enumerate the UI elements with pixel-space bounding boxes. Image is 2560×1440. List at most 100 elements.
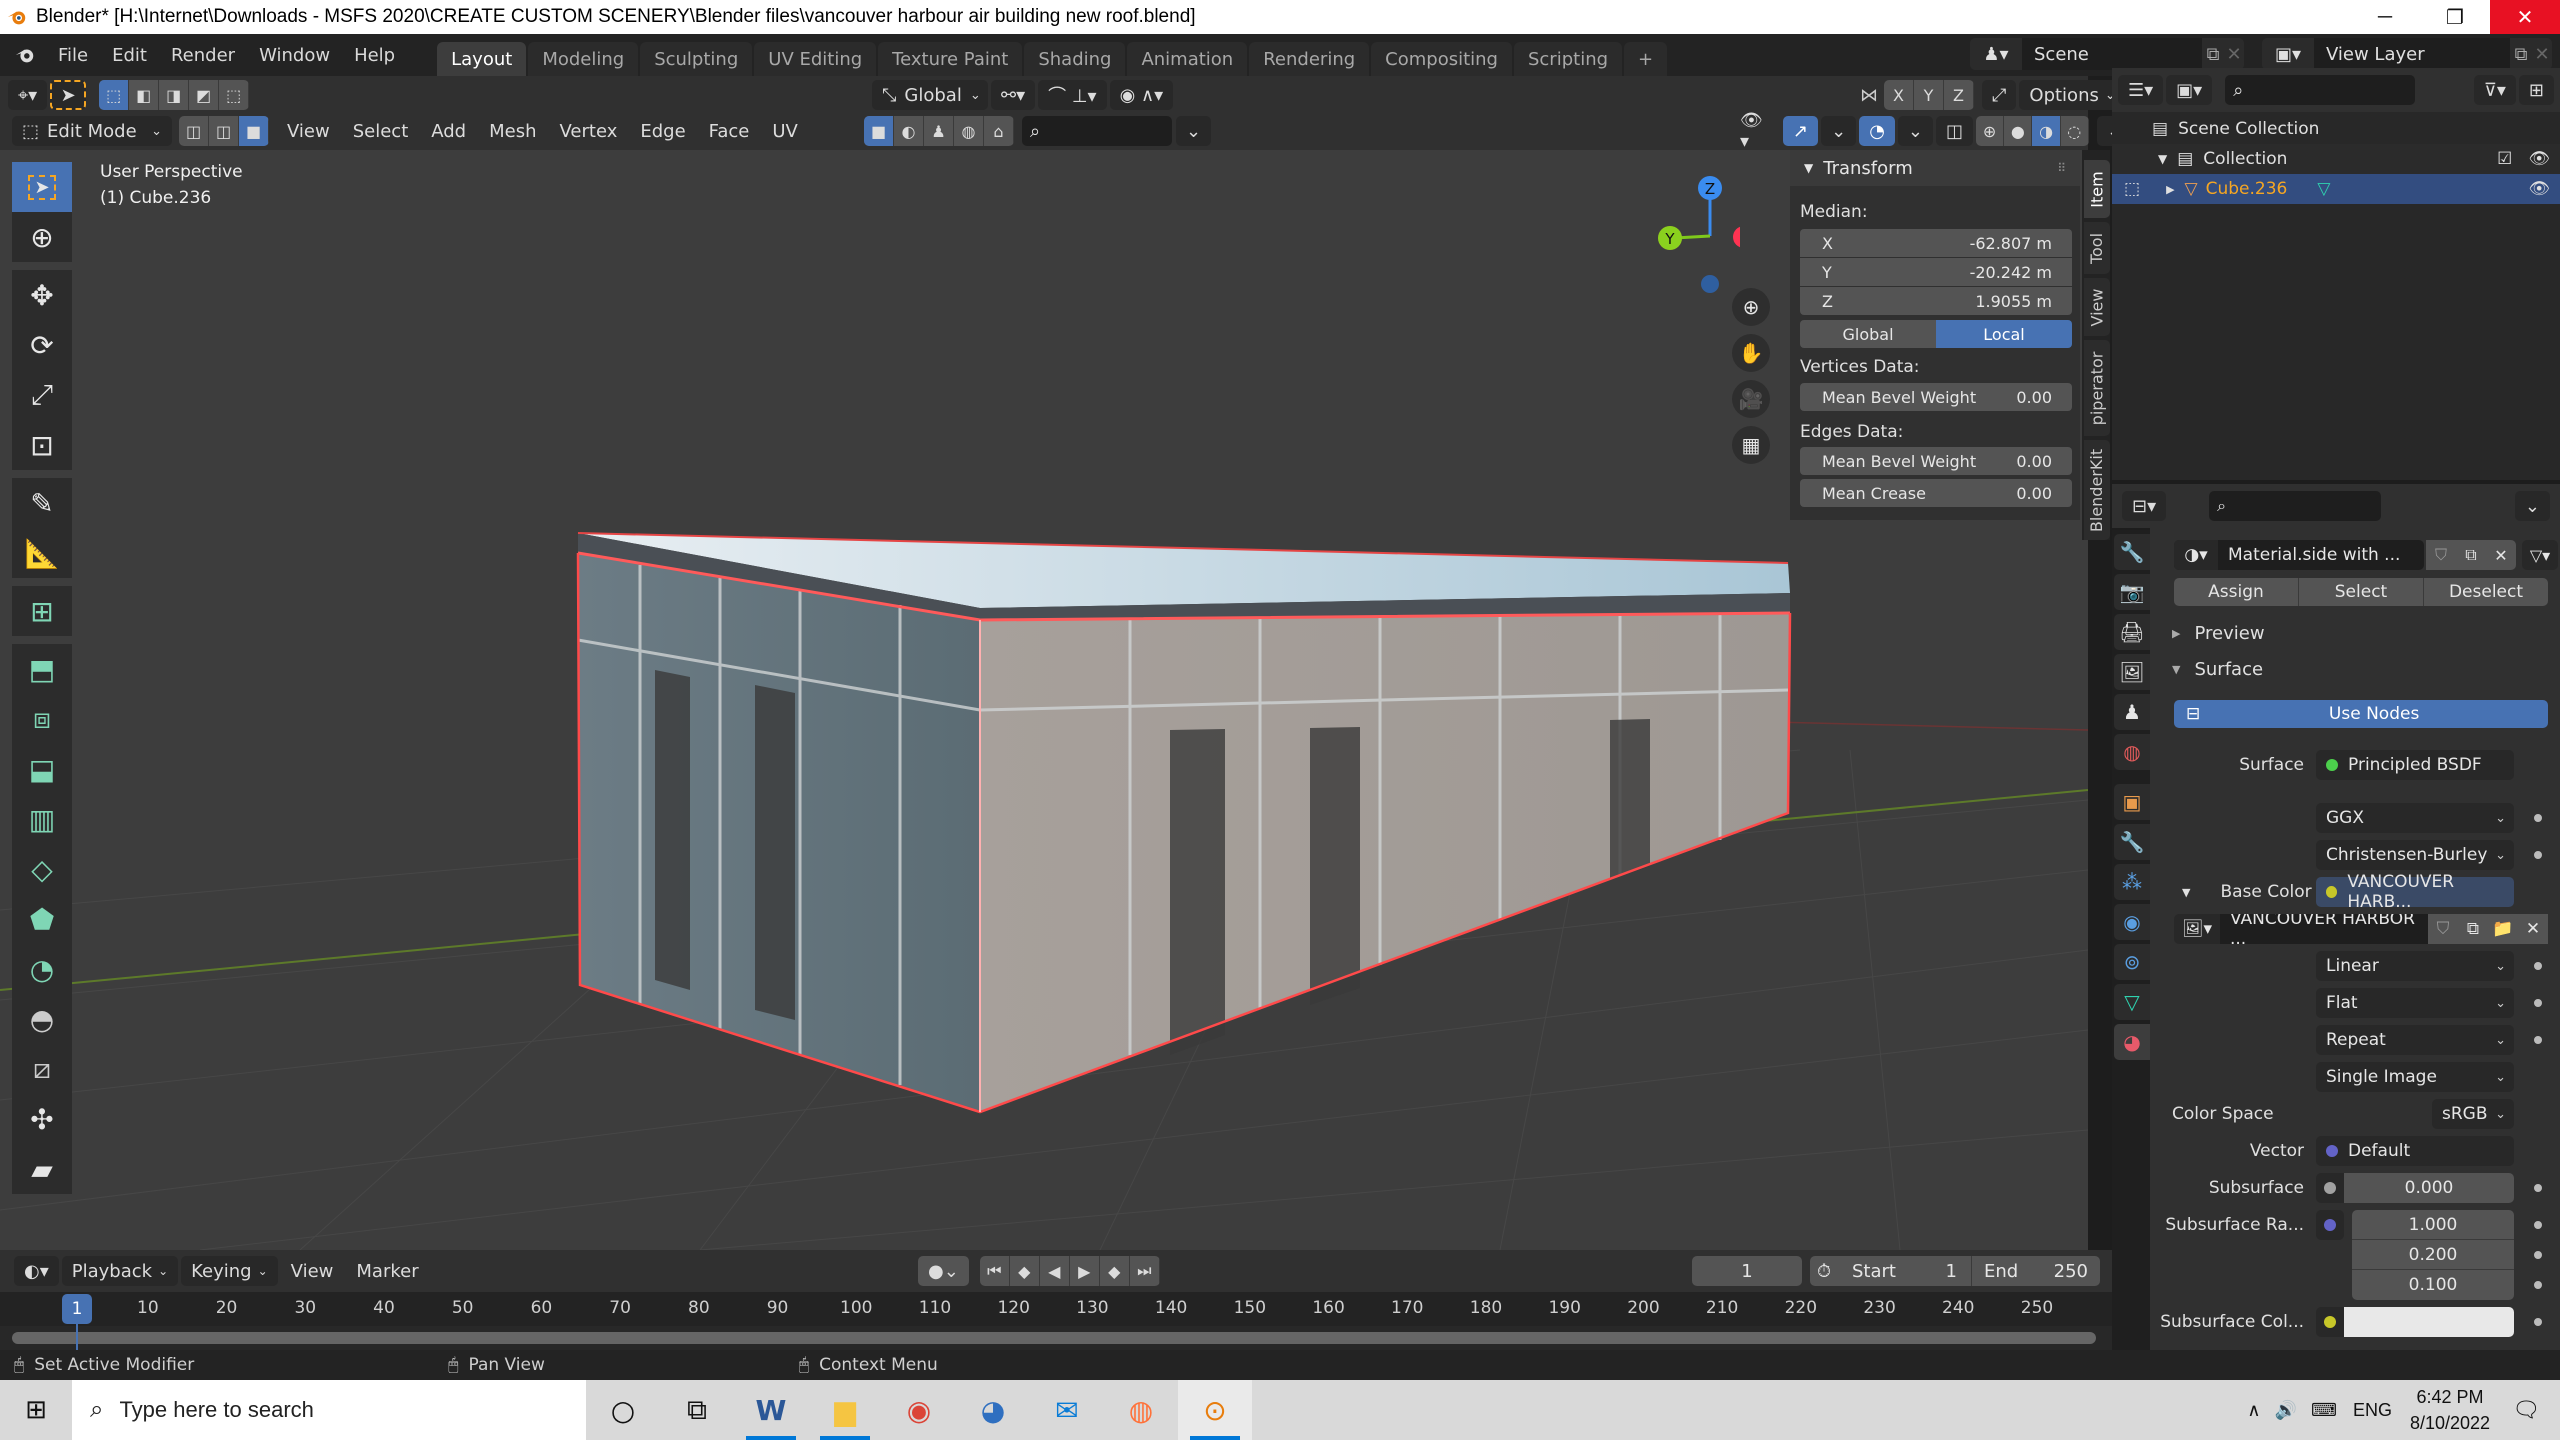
menu-window[interactable]: Window <box>247 34 342 76</box>
current-frame-field[interactable]: 1 <box>1692 1256 1802 1286</box>
sidebar-tab-tool[interactable]: Tool <box>2084 222 2110 274</box>
median-x-field[interactable]: X -62.807 m <box>1800 229 2072 257</box>
properties-editor-type[interactable]: ⊟▾ <box>2122 491 2167 521</box>
data-properties-tab[interactable]: ▽ <box>2114 984 2150 1020</box>
move-tool[interactable]: ✥ <box>12 270 72 320</box>
clock[interactable]: 6:42 PM 8/10/2022 <box>2410 1384 2490 1436</box>
material-name-field[interactable]: Material.side with ... <box>2218 540 2424 570</box>
minimize-button[interactable]: ─ <box>2350 0 2420 34</box>
subsurface-method-dropdown[interactable]: Christensen-Burley ⌄ <box>2316 840 2514 870</box>
timeline-editor-type[interactable]: ◐▾ <box>14 1256 59 1286</box>
jump-end-icon[interactable]: ⏭ <box>1130 1256 1160 1286</box>
outliner-collection[interactable]: ▼ ▤ Collection ☑ 👁 <box>2112 144 2560 174</box>
keyframe-dot[interactable] <box>2534 851 2542 859</box>
menu-face[interactable]: Face <box>699 116 760 146</box>
menu-keying[interactable]: Keying ⌄ <box>181 1256 278 1286</box>
interpolation-dropdown[interactable]: Linear ⌄ <box>2316 951 2514 981</box>
delete-scene-icon[interactable]: ✕ <box>2224 44 2244 65</box>
scale-tool[interactable]: ⤢ <box>12 370 72 420</box>
keyframe-dot[interactable] <box>2534 999 2542 1007</box>
menu-mesh[interactable]: Mesh <box>479 116 546 146</box>
object-visibility-dropdown[interactable]: 👁▾ <box>1730 110 1780 152</box>
start-frame-field[interactable]: Start 1 <box>1838 1256 1972 1286</box>
unlink-image-icon[interactable]: ✕ <box>2518 914 2548 944</box>
subsurface-field[interactable]: 0.000 <box>2316 1173 2514 1203</box>
drag-handle-icon[interactable]: ⠿ <box>2057 161 2066 175</box>
subsurface-color-field[interactable] <box>2316 1307 2514 1337</box>
eye-icon[interactable]: 👁 <box>2528 179 2550 199</box>
material-preview-shading-icon[interactable]: ◑ <box>2032 116 2061 146</box>
workspace-tab-scripting[interactable]: Scripting <box>1513 42 1623 76</box>
use-nodes-button[interactable]: ⊟ Use Nodes <box>2174 700 2548 728</box>
topology-mirror-toggle[interactable]: ⤢ <box>1982 80 2017 110</box>
overlay-dropdown[interactable]: ⌄ <box>1897 116 1933 146</box>
workspace-tab-shading[interactable]: Shading <box>1024 42 1126 76</box>
mode-dropdown[interactable]: ⬚ Edit Mode ⌄ <box>12 116 172 146</box>
3d-viewport[interactable]: ➤ ⊕ ✥ ⟳ ⤢ ⊡ ✎ 📐 ⊞ ⬒ ⧈ ⬓ ▥ ◇ ⬟ ◔ ◓ ⧄ ✣ ▰ … <box>0 150 2088 1250</box>
median-z-field[interactable]: Z 1.9055 m <box>1800 287 2072 315</box>
maximize-button[interactable]: ❐ <box>2420 0 2490 34</box>
pivot-tool-icon[interactable]: ⌖▾ <box>8 80 48 110</box>
gizmo-neg-z[interactable] <box>1701 275 1719 293</box>
edge-crease-field[interactable]: Mean Crease 0.00 <box>1800 479 2072 507</box>
transform-tool[interactable]: ⊡ <box>12 420 72 470</box>
shear-tool[interactable]: ▰ <box>12 1144 72 1194</box>
spin-tool[interactable]: ◔ <box>12 944 72 994</box>
keyframe-dot[interactable] <box>2534 1281 2542 1289</box>
tool-properties-tab[interactable]: 🔧 <box>2114 534 2150 570</box>
annotate-tool[interactable]: ✎ <box>12 478 72 528</box>
menu-vertex[interactable]: Vertex <box>550 116 628 146</box>
subsurface-radius-x[interactable]: 1.000 <box>2352 1210 2514 1240</box>
distribution-dropdown[interactable]: GGX ⌄ <box>2316 803 2514 833</box>
filter-material-icon[interactable]: ◐ <box>894 116 924 146</box>
filter-scene-icon[interactable]: ♟ <box>924 116 954 146</box>
preview-range-icon[interactable]: ⏱ <box>1810 1256 1838 1286</box>
menu-add[interactable]: Add <box>421 116 476 146</box>
navigation-gizmo[interactable]: Z Y <box>1640 160 1740 300</box>
chrome-app[interactable]: ◉ <box>882 1380 956 1440</box>
sidebar-tab-blenderkit[interactable]: BlenderKit <box>2084 440 2110 540</box>
workspace-tab-compositing[interactable]: Compositing <box>1371 42 1512 76</box>
shrink-fatten-tool[interactable]: ✣ <box>12 1094 72 1144</box>
keyframe-dot[interactable] <box>2534 1251 2542 1259</box>
new-collection-button[interactable]: ⊞ <box>2518 75 2554 105</box>
eye-icon[interactable]: 👁 <box>2528 149 2550 169</box>
fake-user-icon[interactable]: ⛉ <box>2428 914 2458 944</box>
view-layer-name-field[interactable]: View Layer <box>2314 38 2510 70</box>
pivot-point-dropdown[interactable]: ⚯▾ <box>991 80 1036 110</box>
add-workspace-button[interactable]: + <box>1624 42 1668 76</box>
cortana-button[interactable]: ○ <box>586 1380 660 1440</box>
building-mesh[interactable] <box>576 532 1792 1114</box>
cursor-tool[interactable]: ⊕ <box>12 212 72 262</box>
particle-properties-tab[interactable]: ⁂ <box>2114 864 2150 900</box>
duplicate-image-icon[interactable]: ⧉ <box>2458 914 2488 944</box>
transform-panel-header[interactable]: ▼ Transform ⠿ <box>1790 150 2080 186</box>
inset-tool[interactable]: ⧈ <box>12 694 72 744</box>
xray-toggle[interactable]: ◫ <box>1936 116 1974 146</box>
vertex-bevel-weight-field[interactable]: Mean Bevel Weight 0.00 <box>1800 383 2072 411</box>
edge-bevel-weight-field[interactable]: Mean Bevel Weight 0.00 <box>1800 447 2072 475</box>
options-dropdown[interactable]: Options ⌄ <box>2019 80 2126 110</box>
transform-orientation-dropdown[interactable]: ⤡ Global ⌄ <box>872 80 988 110</box>
rendered-shading-icon[interactable]: ◌ <box>2061 116 2089 146</box>
volume-icon[interactable]: 🔊 <box>2275 1400 2297 1421</box>
keyframe-dot[interactable] <box>2534 962 2542 970</box>
delete-view-layer-icon[interactable]: ✕ <box>2532 44 2552 65</box>
menu-view[interactable]: View <box>277 116 340 146</box>
render-properties-tab[interactable]: 📷 <box>2114 574 2150 610</box>
properties-search-input[interactable]: ⌕ <box>2209 491 2382 521</box>
surface-shader-selector[interactable]: Principled BSDF <box>2316 750 2514 780</box>
color-space-dropdown[interactable]: sRGB ⌄ <box>2432 1099 2514 1129</box>
file-explorer-app[interactable]: ▆ <box>808 1380 882 1440</box>
constraint-properties-tab[interactable]: ⊚ <box>2114 944 2150 980</box>
timeline-scrollbar[interactable] <box>12 1332 2096 1344</box>
mail-app[interactable]: ✉ <box>1030 1380 1104 1440</box>
outliner-object-cube[interactable]: ⬚ ▶ ▽ Cube.236 ▽ 👁 <box>2112 174 2560 204</box>
sidebar-tab-piperator[interactable]: piperator <box>2084 340 2110 436</box>
world-properties-tab[interactable]: ◍ <box>2114 734 2150 770</box>
zoom-view-button[interactable]: ⊕ <box>1732 288 1770 326</box>
select-button[interactable]: Select <box>2299 578 2424 606</box>
subsurface-radius-y[interactable]: 0.200 <box>2352 1240 2514 1270</box>
outliner-filter[interactable]: ⊽▾ <box>2473 75 2516 105</box>
knife-tool[interactable]: ◇ <box>12 844 72 894</box>
